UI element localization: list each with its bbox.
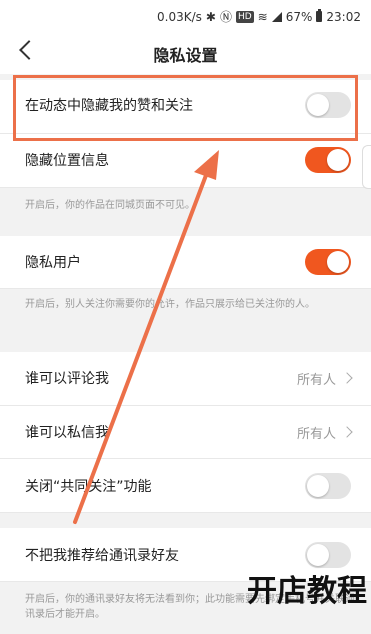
annotation-arrow: [73, 150, 219, 524]
watermark-text: 开店教程: [247, 574, 367, 609]
